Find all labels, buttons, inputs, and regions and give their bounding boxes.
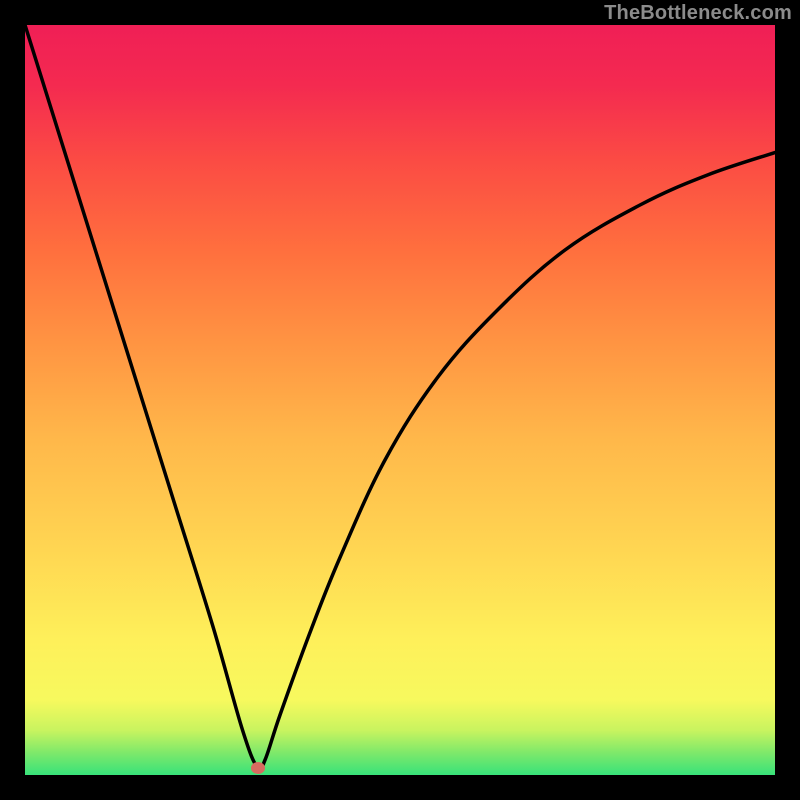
- curve-svg: [25, 25, 775, 775]
- bottleneck-curve: [25, 25, 775, 770]
- chart-frame: TheBottleneck.com: [0, 0, 800, 800]
- watermark-text: TheBottleneck.com: [604, 2, 792, 25]
- minimum-marker: [251, 762, 265, 774]
- plot-area: [25, 25, 775, 775]
